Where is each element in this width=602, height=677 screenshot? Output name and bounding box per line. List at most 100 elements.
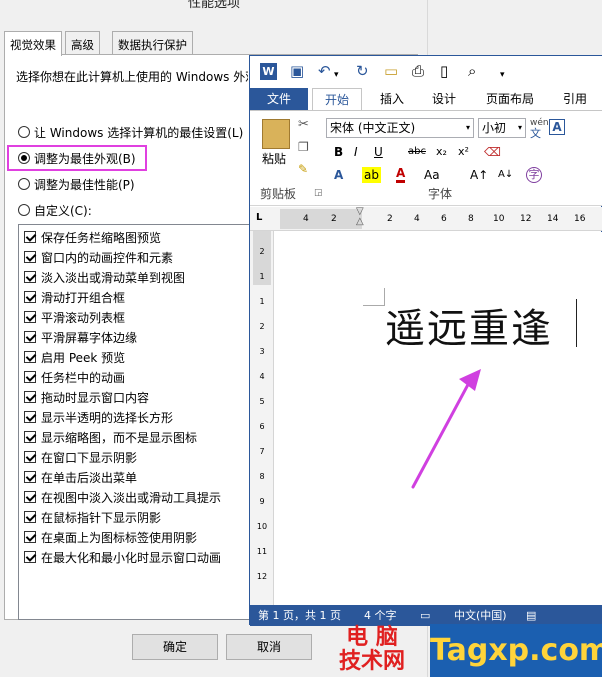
subscript-icon[interactable]: x₂ [436,144,447,160]
checkbox-item[interactable]: 显示半透明的选择长方形 [24,407,173,427]
checkbox-checked[interactable] [24,351,36,363]
checkbox-item[interactable]: 在最大化和最小化时显示窗口动画 [24,547,221,567]
save-icon[interactable]: ▣ [290,63,304,79]
macro-icon[interactable]: ▤ [526,605,536,626]
proofing-icon[interactable]: ▭ [420,605,430,626]
grow-font-icon[interactable]: A↑ [470,167,488,183]
checkbox-checked[interactable] [24,531,36,543]
strikethrough-icon[interactable]: abc [408,144,426,160]
customize-qat-icon[interactable]: ▾ [500,67,505,83]
undo-dropdown-icon[interactable]: ▾ [334,67,339,83]
status-page[interactable]: 第 1 页，共 1 页 [258,605,341,626]
tab-selector-icon[interactable]: L [256,212,262,223]
checkbox-checked[interactable] [24,271,36,283]
tab-references[interactable]: 引用 [555,88,595,110]
tab-insert[interactable]: 插入 [372,88,412,110]
open-folder-icon[interactable]: ▭ [384,63,398,79]
copy-icon[interactable]: ❐ [298,139,309,155]
redo-icon[interactable]: ↻ [356,63,369,79]
font-size-combo[interactable]: 小初 ▾ [478,118,526,138]
tab-home[interactable]: 开始 [312,88,362,110]
checkbox-item[interactable]: 启用 Peek 预览 [24,347,125,367]
checkbox-item[interactable]: 在桌面上为图标标签使用阴影 [24,527,197,547]
font-color-icon[interactable]: A [396,167,406,183]
chevron-down-icon[interactable]: ▾ [466,119,470,137]
italic-icon[interactable]: I [354,144,358,160]
checkbox-item[interactable]: 拖动时显示窗口内容 [24,387,149,407]
text-cursor [576,299,577,347]
paste-label[interactable]: 粘贴 [262,151,286,167]
checkbox-item[interactable]: 在单击后淡出菜单 [24,467,137,487]
checkbox-checked[interactable] [24,331,36,343]
checkbox-item[interactable]: 滑动打开组合框 [24,287,125,307]
undo-icon[interactable]: ↶ [318,63,331,79]
find-icon[interactable]: ⌕ [468,63,476,79]
char-border-icon[interactable]: A [549,119,565,135]
ruler-numbers: 4 2 2 4 6 8 10 12 14 16 [280,214,602,226]
chevron-down-icon[interactable]: ▾ [518,119,522,137]
tab-layout[interactable]: 页面布局 [480,88,540,110]
cut-icon[interactable]: ✂ [298,117,309,133]
tab-file[interactable]: 文件 [250,88,308,110]
checkbox-checked[interactable] [24,251,36,263]
radio-let-windows-choose[interactable]: 让 Windows 选择计算机的最佳设置(L) [18,123,243,141]
radio-best-performance[interactable]: 调整为最佳性能(P) [18,175,135,193]
enclose-char-icon[interactable]: 字 [526,167,542,183]
checkbox-checked[interactable] [24,391,36,403]
status-language[interactable]: 中文(中国) [454,605,507,626]
ruler-number: 4 [414,214,420,224]
cancel-button[interactable]: 取消 [226,634,312,660]
vertical-ruler[interactable]: 2 1 1 2 3 4 5 6 7 8 9 10 11 12 [250,231,274,605]
print-preview-icon[interactable]: ⎙ [412,63,424,79]
watermark-site: Tagxp.com [430,624,602,677]
text-effects-icon[interactable]: A [334,167,343,183]
checkbox-item[interactable]: 在鼠标指针下显示阴影 [24,507,161,527]
checkbox-checked[interactable] [24,371,36,383]
dialog-launcher-icon[interactable]: ◲ [314,185,323,201]
effects-list[interactable]: 保存任务栏缩略图预览 窗口内的动画控件和元素 淡入淡出或滑动菜单到视图 滑动打开… [18,224,250,620]
ok-button[interactable]: 确定 [132,634,218,660]
tab-dep[interactable]: 数据执行保护 [112,31,193,55]
checkbox-item[interactable]: 平滑屏幕字体边缘 [24,327,137,347]
checkbox-item[interactable]: 任务栏中的动画 [24,367,125,387]
format-painter-icon[interactable]: ✎ [298,161,308,177]
new-document-icon[interactable]: ▯ [440,63,448,79]
checkbox-checked[interactable] [24,551,36,563]
horizontal-ruler[interactable]: L 4 2 2 4 6 8 10 12 14 16 ▽ △ [250,207,602,231]
checkbox-item[interactable]: 在窗口下显示阴影 [24,447,137,467]
checkbox-checked[interactable] [24,311,36,323]
checkbox-item[interactable]: 在视图中淡入淡出或滑动工具提示 [24,487,221,507]
checkbox-checked[interactable] [24,491,36,503]
checkbox-label: 拖动时显示窗口内容 [41,390,150,405]
document-text[interactable]: 遥远重逢 [385,296,553,354]
checkbox-checked[interactable] [24,471,36,483]
paste-icon[interactable] [262,119,290,149]
tab-advanced[interactable]: 高级 [65,31,100,55]
shrink-font-icon[interactable]: A↓ [498,167,513,183]
checkbox-checked[interactable] [24,411,36,423]
superscript-icon[interactable]: x² [458,144,469,160]
checkbox-checked[interactable] [24,231,36,243]
radio-custom[interactable]: 自定义(C): [18,201,92,219]
checkbox-item[interactable]: 淡入淡出或滑动菜单到视图 [24,267,185,287]
checkbox-checked[interactable] [24,431,36,443]
checkbox-checked[interactable] [24,451,36,463]
checkbox-item[interactable]: 保存任务栏缩略图预览 [24,227,161,247]
font-name-combo[interactable]: 宋体 (中文正文) ▾ [326,118,474,138]
checkbox-item[interactable]: 显示缩略图，而不是显示图标 [24,427,197,447]
underline-icon[interactable]: U [374,144,383,160]
tab-design[interactable]: 设计 [424,88,464,110]
bold-icon[interactable]: B [334,144,343,160]
indent-marker-icon[interactable]: ▽ △ [356,207,366,231]
tab-visual-effects[interactable]: 视觉效果 [4,31,62,56]
checkbox-checked[interactable] [24,291,36,303]
highlight-icon[interactable]: ab [362,167,381,183]
change-case-icon[interactable]: Aa [424,167,440,183]
checkbox-item[interactable]: 窗口内的动画控件和元素 [24,247,173,267]
phonetic-guide-icon[interactable]: 文 [530,126,541,142]
checkbox-checked[interactable] [24,511,36,523]
checkbox-item[interactable]: 平滑滚动列表框 [24,307,125,327]
radio-label: 让 Windows 选择计算机的最佳设置(L) [34,125,244,140]
clear-format-icon[interactable]: ⌫ [484,144,501,160]
status-words[interactable]: 4 个字 [364,605,397,626]
